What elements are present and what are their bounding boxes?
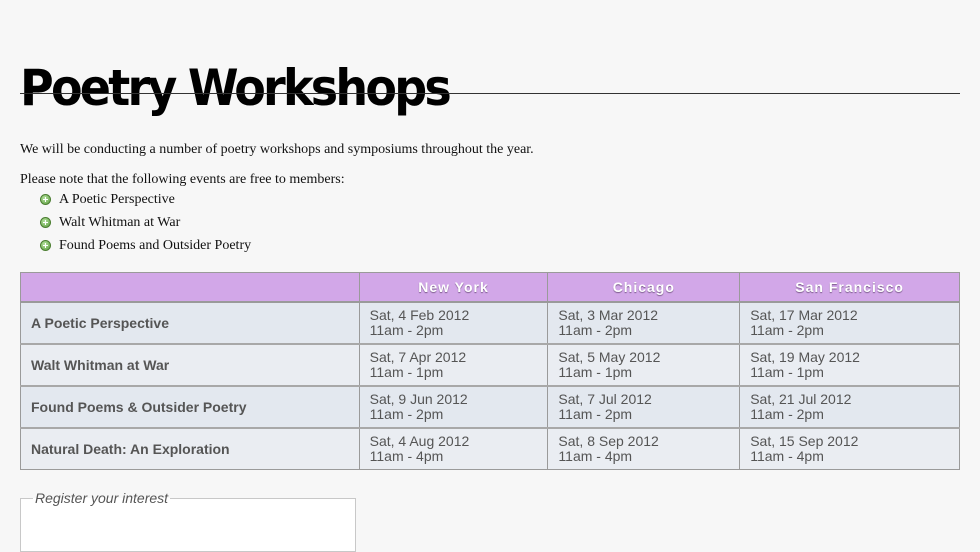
session-cell: Sat, 5 May 2012 11am - 1pm (547, 343, 741, 387)
page-title: Poetry Workshops (20, 58, 452, 117)
session-time: 11am - 2pm (750, 406, 824, 422)
column-header-event (20, 272, 360, 303)
session-time: 11am - 2pm (750, 322, 824, 338)
session-date: Sat, 8 Sep 2012 (558, 433, 659, 449)
session-date: Sat, 9 Jun 2012 (369, 391, 468, 407)
session-cell: Sat, 3 Mar 2012 11am - 2pm (547, 301, 741, 345)
session-time: 11am - 2pm (369, 322, 444, 338)
session-date: Sat, 19 May 2012 (750, 349, 860, 365)
event-cell: A Poetic Perspective (20, 301, 360, 345)
list-item: Walt Whitman at War (40, 214, 251, 237)
session-cell: Sat, 19 May 2012 11am - 1pm (739, 343, 960, 387)
event-cell: Found Poems & Outsider Poetry (20, 385, 360, 429)
session-time: 11am - 2pm (558, 406, 633, 422)
session-cell: Sat, 4 Aug 2012 11am - 4pm (358, 427, 549, 470)
session-date: Sat, 17 Mar 2012 (750, 307, 858, 323)
register-interest-form: Register your interest (20, 490, 356, 552)
session-time: 11am - 4pm (750, 448, 824, 464)
table-row: Natural Death: An Exploration Sat, 4 Aug… (20, 427, 960, 470)
schedule-table: New York Chicago San Francisco A Poetic … (20, 272, 960, 470)
plus-circle-icon (40, 194, 51, 205)
session-time: 11am - 4pm (369, 448, 444, 464)
session-time: 11am - 4pm (558, 448, 633, 464)
column-header-san-francisco: San Francisco (739, 272, 960, 303)
event-cell: Walt Whitman at War (20, 343, 360, 387)
members-note: Please note that the following events ar… (20, 172, 345, 187)
session-cell: Sat, 17 Mar 2012 11am - 2pm (739, 301, 960, 345)
event-cell: Natural Death: An Exploration (20, 427, 360, 470)
session-cell: Sat, 15 Sep 2012 11am - 4pm (739, 427, 960, 470)
session-date: Sat, 4 Aug 2012 (369, 433, 470, 449)
session-cell: Sat, 21 Jul 2012 11am - 2pm (739, 385, 960, 429)
session-time: 11am - 1pm (558, 364, 633, 380)
column-header-new-york: New York (358, 272, 549, 303)
session-date: Sat, 15 Sep 2012 (750, 433, 859, 449)
list-item: A Poetic Perspective (40, 191, 251, 214)
table-row: A Poetic Perspective Sat, 4 Feb 2012 11am… (20, 301, 960, 345)
register-legend: Register your interest (35, 490, 169, 506)
session-time: 11am - 2pm (558, 322, 633, 338)
plus-circle-icon (40, 240, 51, 251)
session-cell: Sat, 7 Apr 2012 11am - 1pm (358, 343, 549, 387)
list-item: Found Poems and Outsider Poetry (40, 237, 251, 260)
event-name: Found Poems and Outsider Poetry (59, 238, 252, 253)
session-date: Sat, 7 Apr 2012 (369, 349, 467, 365)
title-divider (20, 93, 960, 94)
session-date: Sat, 5 May 2012 (558, 349, 661, 365)
table-header-row: New York Chicago San Francisco (20, 272, 960, 303)
event-name: A Poetic Perspective (59, 192, 175, 207)
session-cell: Sat, 4 Feb 2012 11am - 2pm (358, 301, 549, 345)
session-time: 11am - 2pm (369, 406, 444, 422)
session-time: 11am - 1pm (369, 364, 444, 380)
plus-circle-icon (40, 217, 51, 228)
free-events-list: A Poetic Perspective Walt Whitman at War… (40, 191, 251, 260)
event-name: Walt Whitman at War (59, 215, 181, 230)
session-date: Sat, 7 Jul 2012 (558, 391, 652, 407)
session-time: 11am - 1pm (750, 364, 824, 380)
table-row: Found Poems & Outsider Poetry Sat, 9 Jun… (20, 385, 960, 429)
table-row: Walt Whitman at War Sat, 7 Apr 2012 11am … (20, 343, 960, 387)
session-cell: Sat, 9 Jun 2012 11am - 2pm (358, 385, 549, 429)
session-date: Sat, 4 Feb 2012 (369, 307, 470, 323)
column-header-chicago: Chicago (547, 272, 741, 303)
session-cell: Sat, 7 Jul 2012 11am - 2pm (547, 385, 741, 429)
session-date: Sat, 21 Jul 2012 (750, 391, 852, 407)
session-date: Sat, 3 Mar 2012 (558, 307, 659, 323)
intro-text: We will be conducting a number of poetry… (20, 142, 534, 157)
session-cell: Sat, 8 Sep 2012 11am - 4pm (547, 427, 741, 470)
